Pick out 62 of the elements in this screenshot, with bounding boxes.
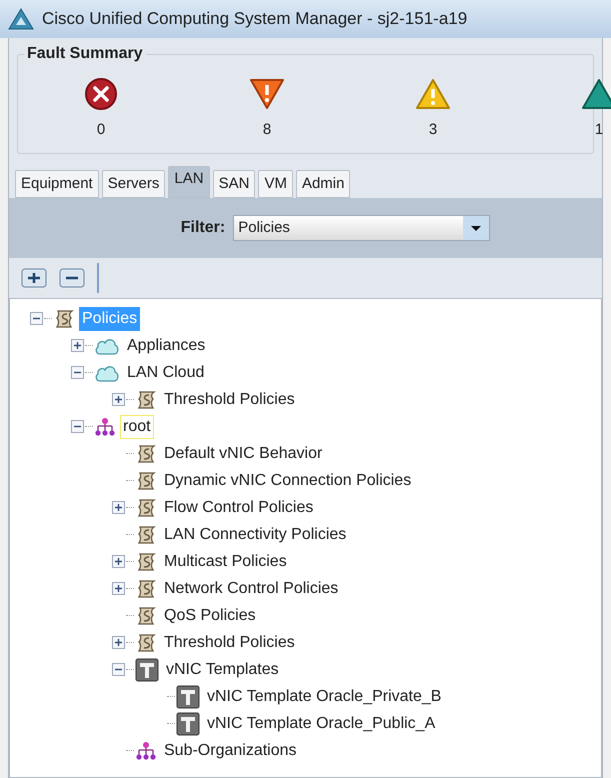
tab[interactable]: Admin [296, 170, 350, 198]
hierarchy-icon [135, 740, 157, 760]
fault-count: 3 [428, 120, 438, 140]
tree-item[interactable]: QoS Policies [161, 604, 259, 628]
scroll-icon [135, 444, 157, 464]
fault-count: 1 [594, 120, 604, 140]
template-icon [135, 658, 159, 682]
tab[interactable]: Servers [102, 170, 166, 198]
template-icon [176, 684, 200, 708]
scroll-icon [135, 470, 157, 490]
tree-item[interactable]: Network Control Policies [161, 576, 342, 600]
tree-item[interactable]: Flow Control Policies [161, 496, 316, 520]
expand-all-icon[interactable] [21, 268, 47, 288]
scroll-icon [135, 524, 157, 544]
fault-count: 8 [262, 120, 272, 140]
triangle-logo-icon [8, 8, 34, 30]
scroll-icon [135, 390, 157, 410]
expand-icon[interactable] [112, 582, 125, 595]
tree-item[interactable]: LAN Cloud [124, 360, 208, 384]
collapse-icon[interactable] [30, 312, 43, 325]
collapse-icon[interactable] [71, 420, 84, 433]
collapse-icon[interactable] [71, 366, 84, 379]
tab[interactable]: VM [258, 170, 293, 198]
scroll-icon [135, 578, 157, 598]
scroll-icon [135, 498, 157, 518]
filter-dropdown[interactable]: Policies [233, 215, 490, 241]
hierarchy-icon [94, 416, 116, 436]
tree-item[interactable]: vNIC Template Oracle_Public_A [204, 712, 438, 736]
scroll-icon [53, 308, 75, 328]
tree-item[interactable]: Default vNIC Behavior [161, 442, 326, 466]
tab[interactable]: SAN [212, 170, 256, 198]
tree-item[interactable]: Appliances [124, 334, 208, 358]
tree-item[interactable]: LAN Connectivity Policies [161, 522, 350, 546]
window-title: Cisco Unified Computing System Manager - sj2-151-a19 [42, 8, 468, 30]
error-icon [84, 76, 118, 111]
tree-item[interactable]: Multicast Policies [161, 550, 290, 574]
fault-count: 0 [96, 120, 106, 140]
tree-item[interactable]: Sub-Organizations [161, 738, 300, 762]
tree-item[interactable]: vNIC Templates [163, 658, 282, 682]
warning-triangle-icon [415, 76, 451, 111]
collapse-all-icon[interactable] [59, 268, 85, 288]
filter-label: Filter: [180, 218, 226, 238]
expand-icon[interactable] [112, 555, 125, 568]
expand-icon[interactable] [112, 636, 125, 649]
tab[interactable]: Equipment [15, 170, 99, 198]
scroll-icon [135, 606, 157, 626]
expand-icon[interactable] [112, 393, 125, 406]
tree-item[interactable]: Threshold Policies [161, 630, 298, 654]
tree-item[interactable]: Threshold Policies [161, 388, 298, 412]
collapse-icon[interactable] [112, 663, 125, 676]
tree-item[interactable]: Dynamic vNIC Connection Policies [161, 468, 414, 492]
template-icon [176, 712, 200, 736]
tree-item[interactable]: root [120, 414, 154, 438]
scroll-icon [135, 552, 157, 572]
warning-triangle-icon [249, 76, 285, 111]
scroll-icon [135, 632, 157, 652]
expand-icon[interactable] [112, 501, 125, 514]
warning-triangle-icon [581, 76, 611, 111]
tree-item[interactable]: vNIC Template Oracle_Private_B [204, 684, 444, 708]
dropdown-caret-icon[interactable] [463, 216, 490, 240]
tab[interactable]: LAN [168, 166, 210, 198]
expand-icon[interactable] [71, 339, 84, 352]
